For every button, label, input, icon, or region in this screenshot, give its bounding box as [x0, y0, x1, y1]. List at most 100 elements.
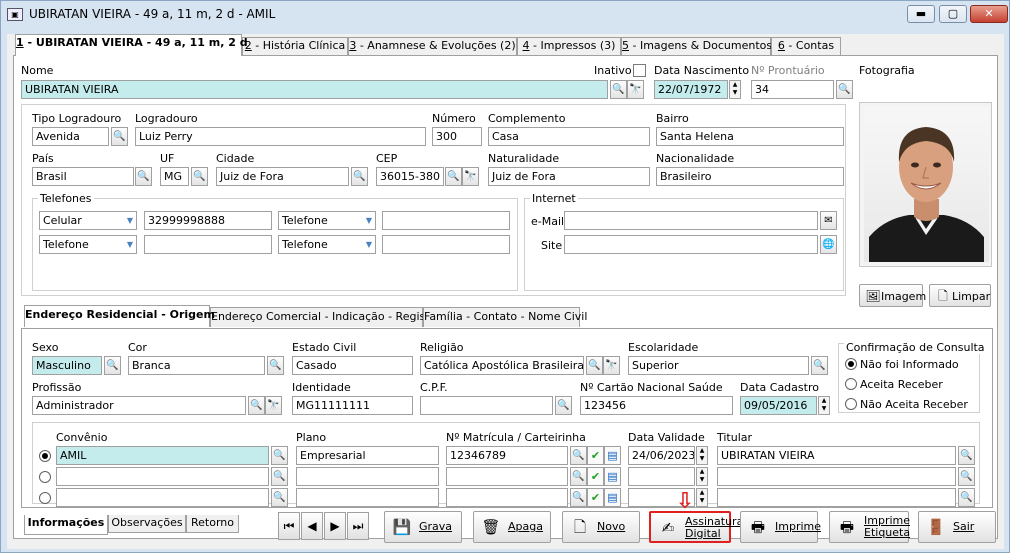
numero-field[interactable]: 300	[432, 127, 482, 146]
nome-field[interactable]: UBIRATAN VIEIRA	[21, 80, 608, 99]
maximize-button[interactable]: ▢	[939, 5, 967, 23]
search-icon[interactable]: 🔍	[267, 356, 284, 375]
limpar-button[interactable]: 🗋 Limpar	[929, 284, 991, 307]
tab-observacoes[interactable]: Observações	[108, 515, 186, 533]
chevron-down-icon[interactable]: ▼	[124, 212, 136, 229]
check-icon[interactable]: ✔	[587, 488, 604, 507]
estado-civil-field[interactable]: Casado	[292, 356, 413, 375]
confirmacao-radio-nao-informado[interactable]	[845, 358, 857, 370]
spin-up-icon[interactable]: ▲	[697, 468, 707, 476]
search-icon[interactable]: 🔍	[271, 467, 288, 486]
spin-down-icon[interactable]: ▼	[697, 476, 707, 484]
search-icon[interactable]: 🔍	[271, 446, 288, 465]
search-icon[interactable]: 🔍	[351, 167, 368, 186]
titular-field[interactable]	[717, 467, 956, 486]
data-cadastro-spinner[interactable]: ▲ ▼	[818, 396, 830, 415]
chevron-down-icon[interactable]: ▼	[124, 236, 136, 253]
matricula-field[interactable]: 12346789	[446, 446, 568, 465]
convenio-field[interactable]: AMIL	[56, 446, 269, 465]
confirmacao-radio-nao-aceita[interactable]	[845, 398, 857, 410]
inativo-checkbox[interactable]	[633, 64, 646, 77]
tab-imagens-documentos[interactable]: 5 - Imagens & Documentos	[621, 37, 772, 55]
convenio-field[interactable]	[56, 467, 269, 486]
convenio-radio[interactable]	[39, 492, 51, 504]
search-icon[interactable]: 🔍	[958, 446, 975, 465]
prontuario-field[interactable]: 34	[751, 80, 834, 99]
tab-historia-clinica[interactable]: 2 - História Clínica	[242, 37, 348, 55]
search-icon[interactable]: 🔍	[836, 80, 853, 99]
sair-button[interactable]: 🚪 Sair	[918, 511, 996, 543]
first-record-button[interactable]: ⏮	[278, 512, 300, 540]
cor-field[interactable]: Branca	[128, 356, 265, 375]
tipo-logradouro-field[interactable]: Avenida	[32, 127, 109, 146]
profissao-field[interactable]: Administrador	[32, 396, 246, 415]
search-icon[interactable]: 🔍	[570, 446, 587, 465]
search-icon[interactable]: 🔍	[555, 396, 572, 415]
tab-impressos[interactable]: 4 - Impressos (3)	[517, 37, 621, 55]
data-cadastro-field[interactable]: 09/05/2016	[740, 396, 817, 415]
cidade-field[interactable]: Juiz de Fora	[216, 167, 349, 186]
tab-contas[interactable]: 6 - Contas	[771, 37, 841, 55]
validade-spinner[interactable]: ▲ ▼	[696, 488, 708, 507]
identidade-field[interactable]: MG11111111	[292, 396, 413, 415]
telefone-numero-4[interactable]	[382, 235, 510, 254]
validade-field[interactable]	[628, 467, 695, 486]
spin-down-icon[interactable]: ▼	[819, 405, 829, 413]
title-bar[interactable]: ▣ UBIRATAN VIEIRA - 49 a, 11 m, 2 d - AM…	[1, 1, 1009, 29]
cpf-field[interactable]	[420, 396, 553, 415]
escolaridade-field[interactable]: Superior	[628, 356, 809, 375]
data-nascimento-spinner[interactable]: ▲ ▼	[729, 80, 741, 99]
chevron-down-icon[interactable]: ▼	[363, 212, 375, 229]
convenio-radio[interactable]	[39, 450, 51, 462]
complemento-field[interactable]: Casa	[488, 127, 650, 146]
search-icon[interactable]: 🔍	[958, 488, 975, 507]
plano-field[interactable]: Empresarial	[296, 446, 439, 465]
search-icon[interactable]: 🔍	[570, 488, 587, 507]
search-icon[interactable]: 🔍	[248, 396, 265, 415]
spin-up-icon[interactable]: ▲	[697, 447, 707, 455]
tab-endereco-comercial[interactable]: Endereço Comercial - Indicação - Registr…	[210, 307, 441, 327]
site-field[interactable]	[564, 235, 818, 254]
imprime-button[interactable]: 🖶 Imprime	[740, 511, 821, 543]
naturalidade-field[interactable]: Juiz de Fora	[488, 167, 650, 186]
convenio-radio[interactable]	[39, 471, 51, 483]
convenio-field[interactable]	[56, 488, 269, 507]
spin-down-icon[interactable]: ▼	[697, 455, 707, 463]
validade-spinner[interactable]: ▲ ▼	[696, 446, 708, 465]
pais-field[interactable]: Brasil	[32, 167, 134, 186]
uf-field[interactable]: MG	[160, 167, 189, 186]
telefone-numero-2[interactable]	[382, 211, 510, 230]
validade-spinner[interactable]: ▲ ▼	[696, 467, 708, 486]
tab-anamnese[interactable]: 3 - Anamnese & Evoluções (2)	[348, 37, 517, 55]
tab-informacoes[interactable]: Informações	[24, 515, 108, 535]
telefone-tipo-3[interactable]: Telefone ▼	[39, 235, 137, 254]
tab-patient[interactable]: 1 - UBIRATAN VIEIRA - 49 a, 11 m, 2 d	[15, 34, 248, 56]
binoculars-icon[interactable]: 🔭	[603, 356, 620, 375]
spin-up-icon[interactable]: ▲	[697, 489, 707, 497]
novo-button[interactable]: 🗋 Novo	[562, 511, 640, 543]
minimize-button[interactable]: ▬	[907, 5, 935, 23]
apaga-button[interactable]: 🗑 Apaga	[473, 511, 551, 543]
cartao-sus-field[interactable]: 123456	[580, 396, 733, 415]
email-icon[interactable]: ✉	[820, 211, 837, 230]
search-icon[interactable]: 🔍	[191, 167, 208, 186]
confirmacao-radio-aceita[interactable]	[845, 378, 857, 390]
titular-field[interactable]	[717, 488, 956, 507]
close-button[interactable]: ✕	[970, 5, 1008, 23]
check-icon[interactable]: ✔	[587, 446, 604, 465]
telefone-tipo-1[interactable]: Celular ▼	[39, 211, 137, 230]
document-icon[interactable]: ▤	[604, 488, 621, 507]
matricula-field[interactable]	[446, 467, 568, 486]
data-nascimento-field[interactable]: 22/07/1972	[654, 80, 728, 99]
spin-down-icon[interactable]: ▼	[730, 89, 740, 97]
plano-field[interactable]	[296, 488, 439, 507]
tab-retorno[interactable]: Retorno	[186, 515, 239, 533]
last-record-button[interactable]: ⏭	[347, 512, 369, 540]
next-record-button[interactable]: ▶	[324, 512, 346, 540]
previous-record-button[interactable]: ◀	[301, 512, 323, 540]
globe-icon[interactable]: 🌐	[820, 235, 837, 254]
titular-field[interactable]: UBIRATAN VIEIRA	[717, 446, 956, 465]
search-icon[interactable]: 🔍	[271, 488, 288, 507]
telefone-numero-1[interactable]: 32999998888	[144, 211, 272, 230]
search-icon[interactable]: 🔍	[958, 467, 975, 486]
